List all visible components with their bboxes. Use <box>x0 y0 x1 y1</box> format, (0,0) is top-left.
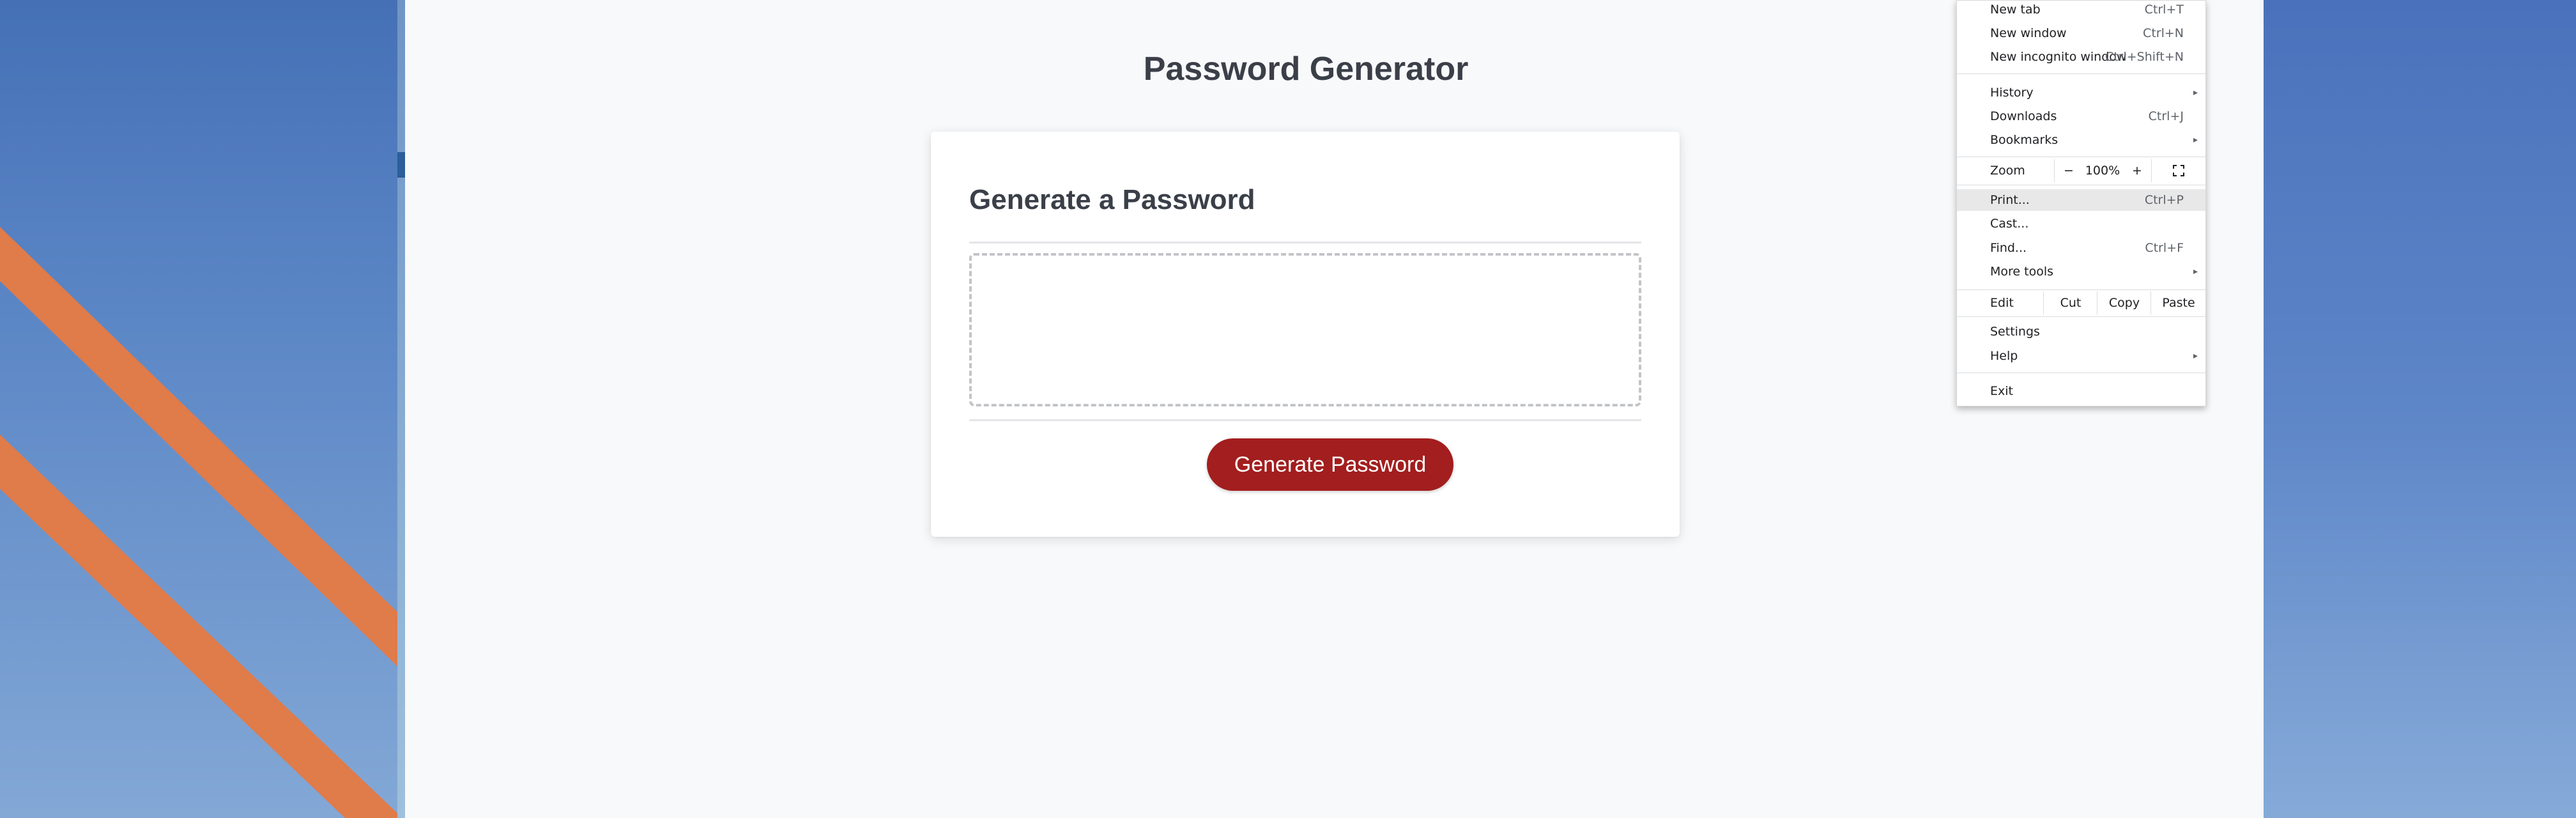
submenu-arrow-icon: ▸ <box>2193 266 2198 277</box>
desktop-wallpaper-right <box>2264 0 2576 818</box>
menu-item-label: Help <box>1990 349 2018 363</box>
submenu-arrow-icon: ▸ <box>2193 351 2198 361</box>
menu-item-shortcut: Ctrl+J <box>2148 109 2184 123</box>
menu-item-help[interactable]: Help ▸ <box>1957 345 2205 367</box>
menu-item-new-tab[interactable]: New tab Ctrl+T <box>1957 0 2205 20</box>
menu-item-label: Find... <box>1990 241 2027 255</box>
menu-item-label: Settings <box>1990 325 2040 339</box>
fullscreen-icon <box>2173 165 2184 176</box>
menu-item-cast[interactable]: Cast... <box>1957 213 2205 235</box>
screen: 3 10 17 Password Generator Generate a Pa… <box>0 0 2576 818</box>
menu-item-label: Print... <box>1990 193 2030 207</box>
menu-item-shortcut: Ctrl+T <box>2144 3 2184 17</box>
background-window-edge <box>397 0 405 818</box>
menu-edit-row: Edit Cut Copy Paste <box>1957 291 2205 314</box>
menu-item-history[interactable]: History ▸ <box>1957 82 2205 104</box>
zoom-level: 100% <box>2085 164 2120 178</box>
zoom-label: Zoom <box>1990 164 2025 178</box>
edit-label: Edit <box>1990 296 2014 310</box>
wallpaper-stripes <box>0 227 399 818</box>
password-card: Generate a Password Generate Password <box>931 132 1680 537</box>
zoom-out-button[interactable]: − <box>2054 159 2083 182</box>
background-window-titlebar <box>397 152 405 178</box>
browser-menu: New tab Ctrl+T New window Ctrl+N New inc… <box>1956 0 2206 406</box>
menu-item-label: New window <box>1990 26 2067 40</box>
menu-separator <box>1957 316 2205 317</box>
cut-button[interactable]: Cut <box>2043 291 2097 314</box>
menu-item-shortcut: Ctrl+F <box>2145 241 2184 255</box>
zoom-in-button[interactable]: + <box>2123 159 2151 182</box>
submenu-arrow-icon: ▸ <box>2193 135 2198 145</box>
menu-item-new-window[interactable]: New window Ctrl+N <box>1957 22 2205 44</box>
wallpaper-stripe-lower <box>0 435 399 818</box>
menu-item-find[interactable]: Find... Ctrl+F <box>1957 237 2205 259</box>
desktop-wallpaper-left <box>0 0 399 818</box>
menu-item-more-tools[interactable]: More tools ▸ <box>1957 261 2205 282</box>
menu-item-shortcut: Ctrl+N <box>2143 26 2184 40</box>
menu-separator <box>1957 73 2205 74</box>
menu-item-downloads[interactable]: Downloads Ctrl+J <box>1957 105 2205 127</box>
menu-item-label: Downloads <box>1990 109 2057 123</box>
menu-item-label: More tools <box>1990 265 2054 279</box>
card-divider <box>969 419 1641 421</box>
menu-zoom-row: Zoom − 100% + <box>1957 159 2205 182</box>
submenu-arrow-icon: ▸ <box>2193 88 2198 98</box>
card-divider <box>969 242 1641 243</box>
password-output[interactable] <box>969 253 1641 406</box>
menu-item-label: Exit <box>1990 384 2013 398</box>
wallpaper-stripe-upper <box>0 227 399 668</box>
menu-item-print[interactable]: Print... Ctrl+P <box>1957 189 2205 211</box>
menu-item-label: Cast... <box>1990 217 2029 231</box>
menu-item-exit[interactable]: Exit <box>1957 380 2205 402</box>
menu-item-label: New tab <box>1990 3 2041 17</box>
menu-item-bookmarks[interactable]: Bookmarks ▸ <box>1957 129 2205 151</box>
generate-password-button[interactable]: Generate Password <box>1207 438 1453 491</box>
paste-button[interactable]: Paste <box>2150 291 2206 314</box>
fullscreen-button[interactable] <box>2151 159 2206 182</box>
page-title: Password Generator <box>1143 50 1469 88</box>
copy-button[interactable]: Copy <box>2097 291 2151 314</box>
menu-item-shortcut: Ctrl+P <box>2144 193 2184 207</box>
menu-item-label: Bookmarks <box>1990 133 2058 147</box>
menu-item-settings[interactable]: Settings <box>1957 321 2205 343</box>
menu-item-shortcut: Ctrl+Shift+N <box>2104 50 2184 64</box>
menu-separator <box>1957 289 2205 290</box>
menu-item-new-incognito-window[interactable]: New incognito window Ctrl+Shift+N <box>1957 46 2205 68</box>
menu-item-label: History <box>1990 86 2034 100</box>
card-heading: Generate a Password <box>969 184 1255 215</box>
